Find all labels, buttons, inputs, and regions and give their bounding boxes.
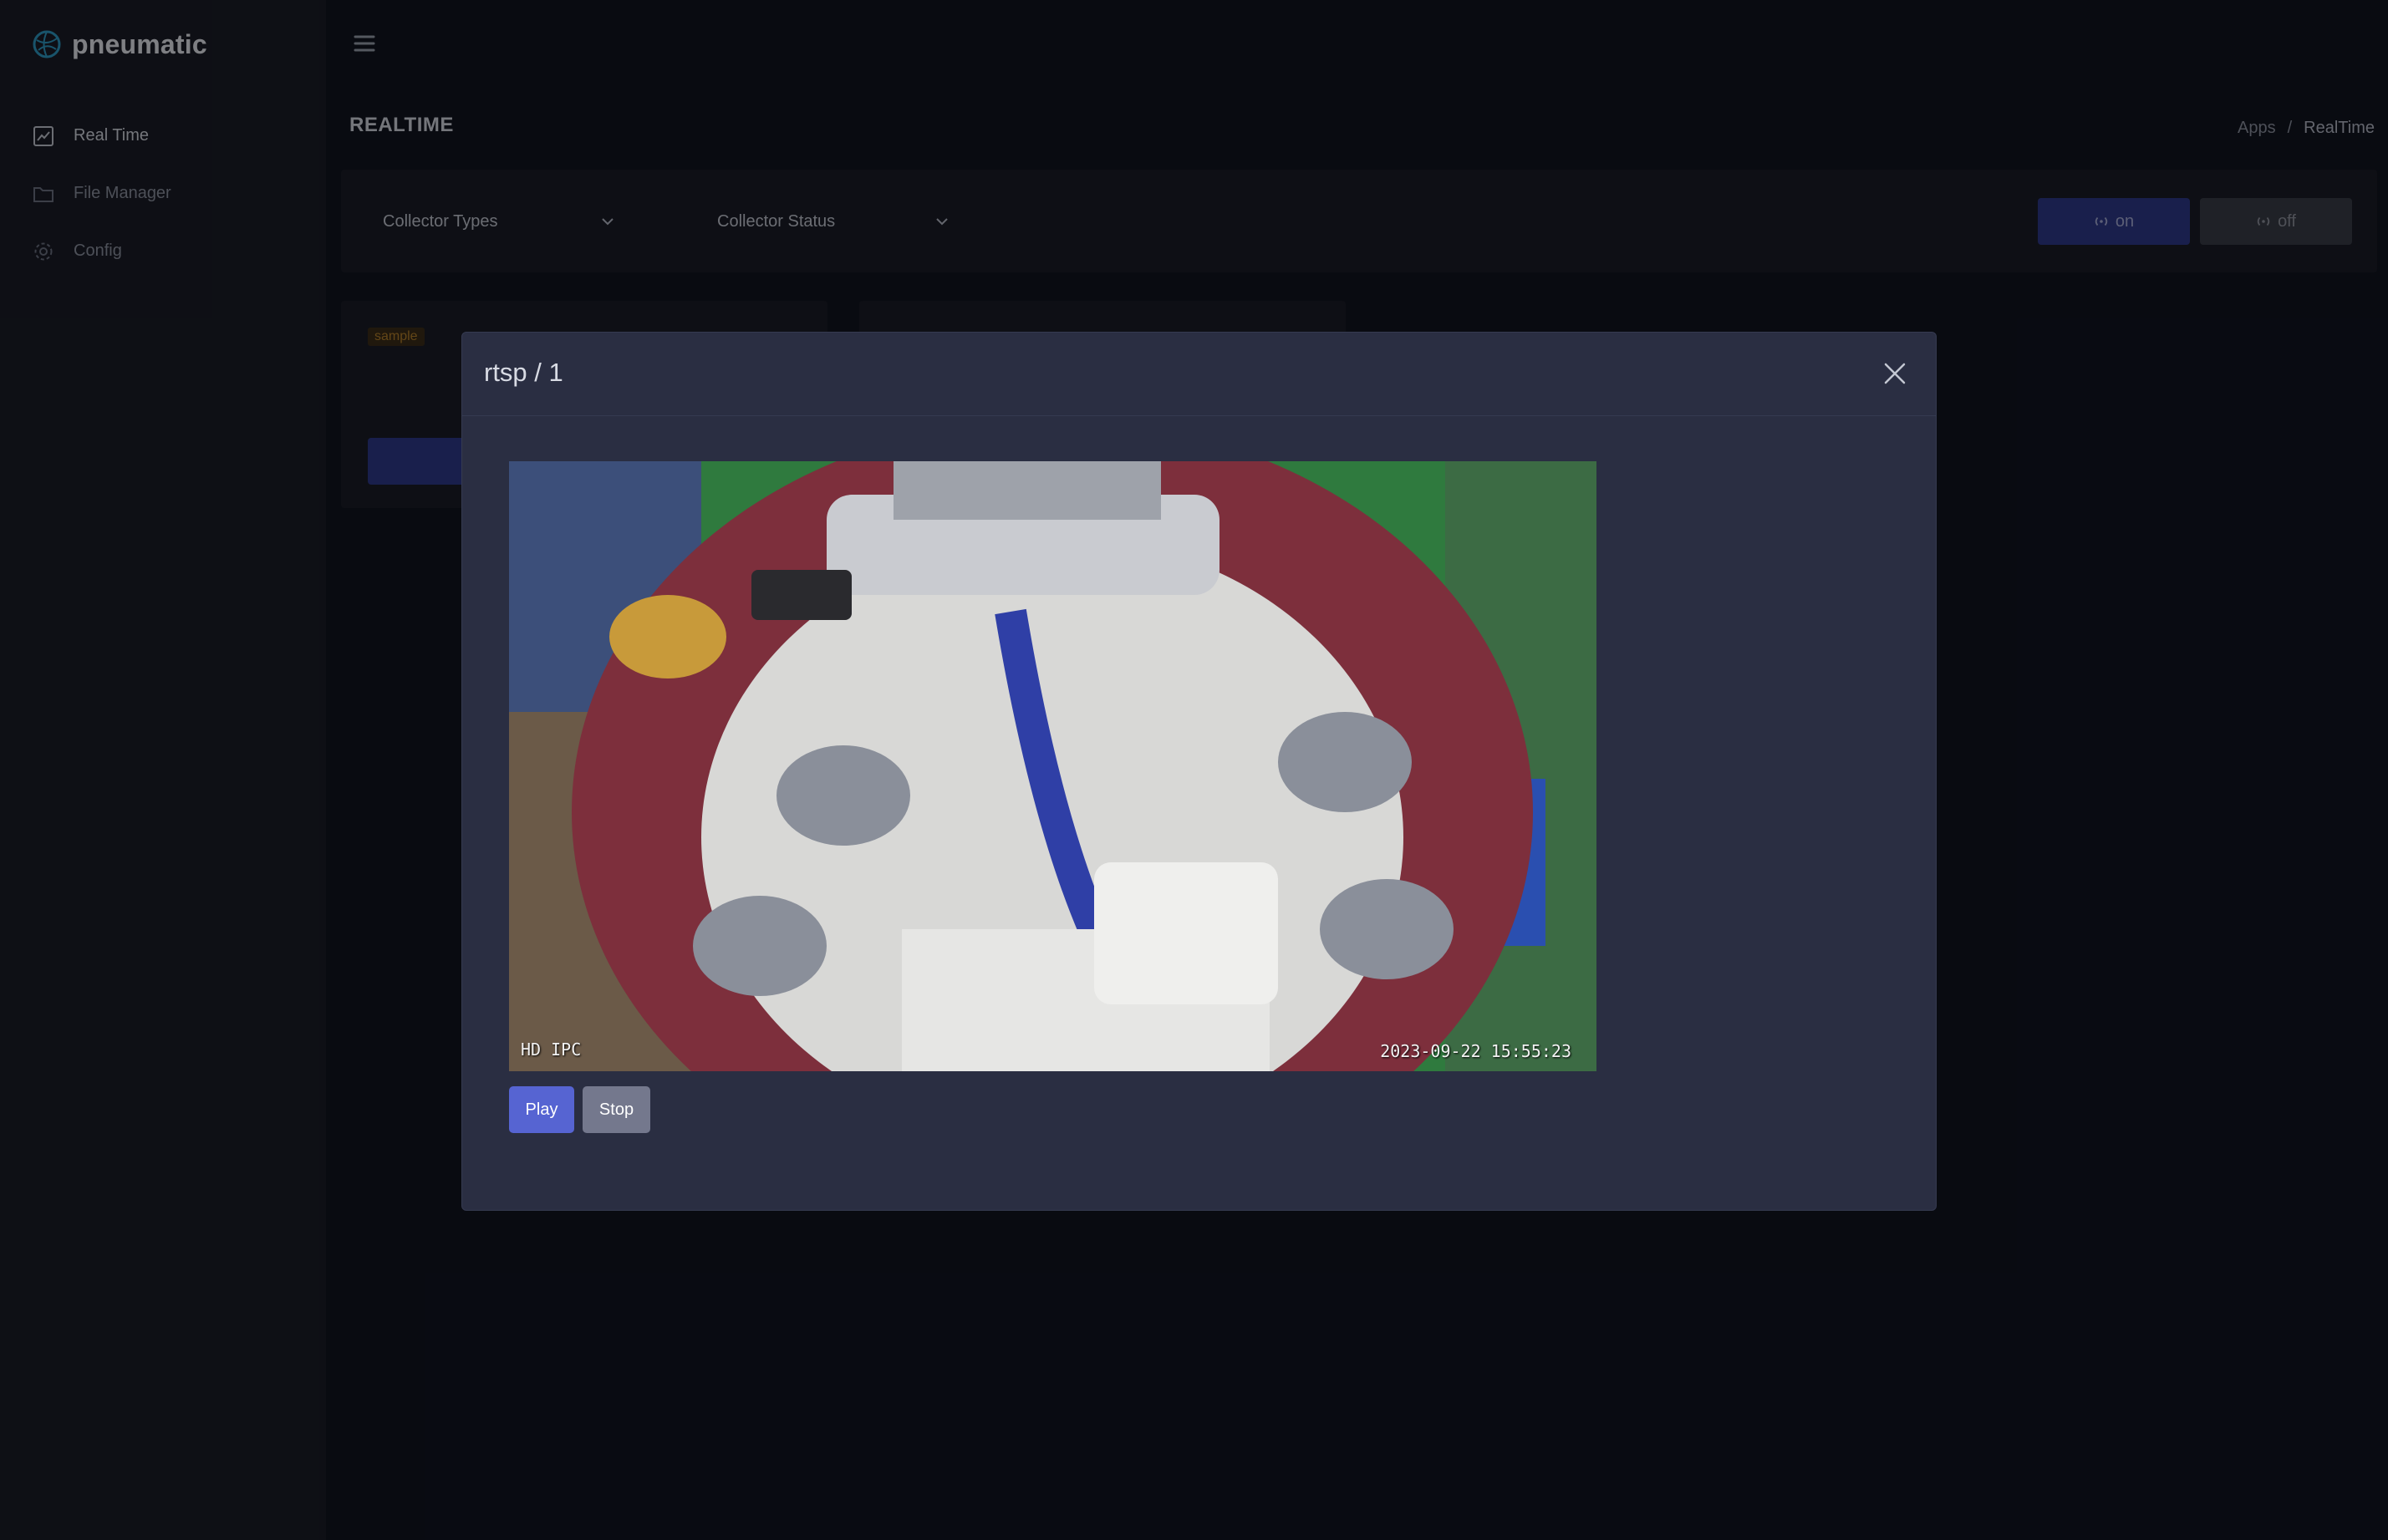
video-overlay-label: HD IPC <box>521 1039 582 1060</box>
video-stream[interactable]: HD IPC 2023-09-22 15:55:23 <box>509 461 1596 1071</box>
close-icon[interactable] <box>1879 358 1911 389</box>
camera-frame-image <box>509 461 1596 1071</box>
stop-button[interactable]: Stop <box>583 1086 650 1133</box>
app-root: pneumatic Real Time File Manager Config … <box>0 0 2388 1540</box>
modal-header: rtsp / 1 <box>462 333 1936 416</box>
play-button[interactable]: Play <box>509 1086 574 1133</box>
video-timestamp: 2023-09-22 15:55:23 <box>1380 1041 1571 1061</box>
stream-modal: rtsp / 1 HD IPC 2023-09-22 15:55:23 Play… <box>461 332 1937 1211</box>
modal-title: rtsp / 1 <box>484 358 563 387</box>
